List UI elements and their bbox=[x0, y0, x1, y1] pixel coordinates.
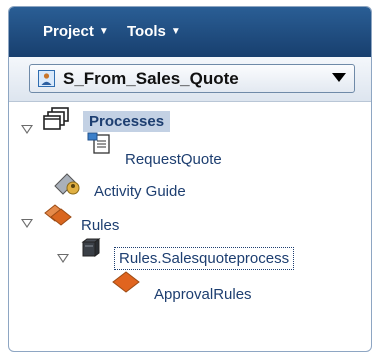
tools-menu[interactable]: Tools ▼ bbox=[127, 23, 181, 40]
project-selector-row: S_From_Sales_Quote bbox=[9, 57, 371, 102]
processes-icon bbox=[43, 107, 71, 138]
chevron-down-icon: ▼ bbox=[98, 26, 109, 37]
tree-item-requestquote[interactable]: RequestQuote bbox=[125, 151, 222, 168]
activity-guide-icon bbox=[53, 172, 83, 201]
rule-diamond-icon bbox=[112, 271, 140, 298]
tree-item-activity-guide[interactable]: Activity Guide bbox=[94, 183, 186, 200]
project-menu-label: Project bbox=[43, 23, 94, 40]
menu-bar: Project ▼ Tools ▼ bbox=[9, 7, 371, 57]
rules-process-expand-toggle[interactable] bbox=[57, 254, 69, 263]
project-selector-value: S_From_Sales_Quote bbox=[63, 69, 239, 88]
dropdown-arrow-icon[interactable] bbox=[332, 73, 346, 82]
tree-item-processes[interactable]: Processes bbox=[83, 111, 171, 132]
process-document-icon bbox=[87, 132, 111, 161]
chevron-down-icon: ▼ bbox=[170, 26, 181, 37]
rules-icon bbox=[43, 204, 73, 231]
processes-expand-toggle[interactable] bbox=[21, 125, 33, 134]
tools-menu-label: Tools bbox=[127, 23, 166, 40]
project-menu[interactable]: Project ▼ bbox=[43, 23, 109, 40]
project-selector-dropdown[interactable]: S_From_Sales_Quote bbox=[29, 64, 355, 93]
tree-item-rules[interactable]: Rules bbox=[81, 217, 119, 234]
project-navigator-panel: Project ▼ Tools ▼ S_From_Sales_Quote Proc bbox=[8, 6, 372, 352]
tree-item-rules-salesquoteprocess[interactable]: Rules.Salesquoteprocess bbox=[114, 247, 295, 270]
ruleset-icon bbox=[79, 236, 103, 265]
tree-item-approvalrules[interactable]: ApprovalRules bbox=[154, 286, 252, 303]
project-user-icon bbox=[38, 70, 55, 87]
rules-expand-toggle[interactable] bbox=[21, 219, 33, 228]
